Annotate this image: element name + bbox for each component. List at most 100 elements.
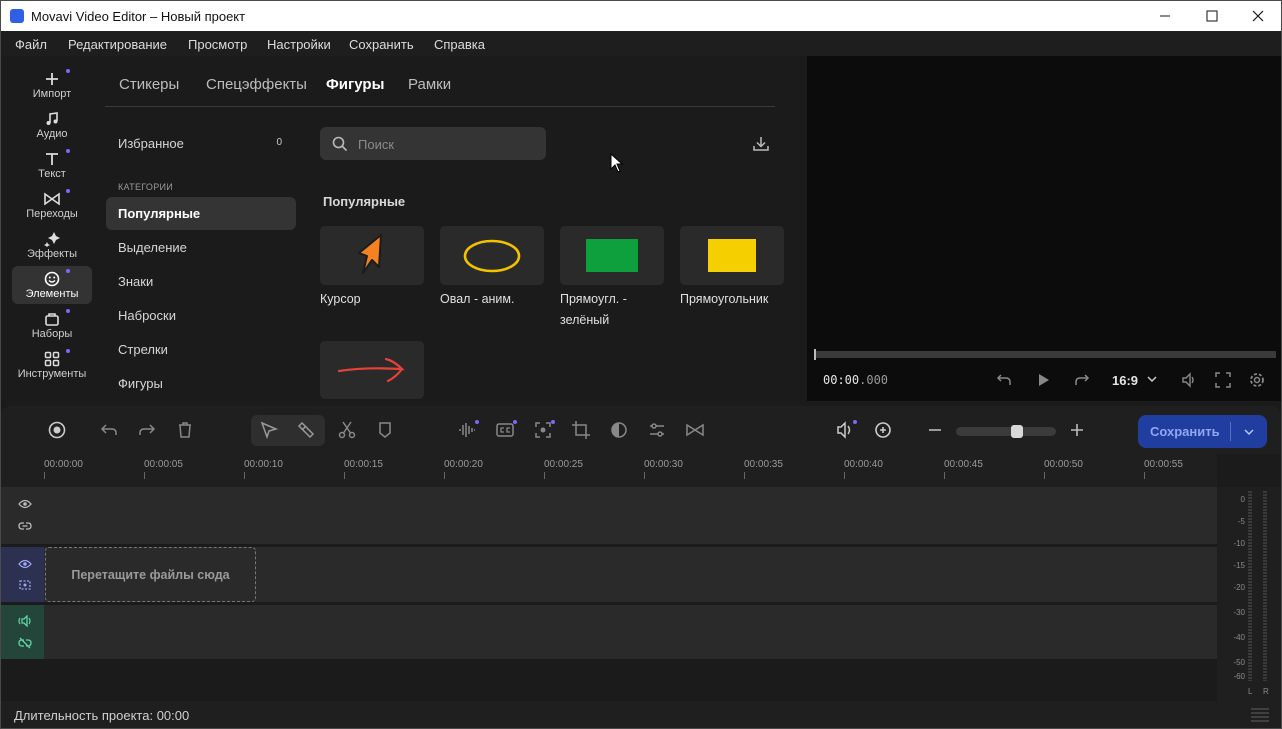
favorites-item[interactable]: Избранное 0 — [106, 127, 296, 160]
aspect-ratio-select[interactable]: 16:9 — [1112, 373, 1138, 388]
drop-zone[interactable]: Перетащите файлы сюда — [45, 547, 256, 602]
rail-audio-label: Аудио — [36, 128, 68, 140]
timecode-fraction: .000 — [859, 373, 889, 387]
category-highlight[interactable]: Выделение — [106, 231, 296, 264]
tab-frames[interactable]: Рамки — [408, 76, 451, 93]
undo-preview-icon[interactable] — [996, 372, 1012, 388]
rail-tools[interactable]: Инструменты — [12, 346, 92, 384]
download-icon[interactable] — [752, 135, 770, 153]
preview-scrubber[interactable] — [814, 351, 1276, 358]
zoom-slider[interactable] — [956, 427, 1056, 436]
ruler-tick: 00:00:55 — [1144, 459, 1183, 470]
elements-tabs: Стикеры Спецэффекты Фигуры Рамки — [105, 56, 775, 107]
menu-file[interactable]: Файл — [15, 37, 47, 52]
captions-icon[interactable] — [495, 420, 515, 440]
chevron-down-icon[interactable] — [1147, 375, 1157, 383]
minimize-button[interactable] — [1142, 1, 1188, 31]
crop-icon[interactable] — [571, 420, 591, 440]
tab-stickers[interactable]: Стикеры — [119, 76, 179, 93]
meter-channel-right: R — [1263, 687, 1269, 696]
maximize-button[interactable] — [1189, 1, 1235, 31]
shape-item-cursor[interactable] — [320, 226, 424, 285]
timeline-area: Перетащите файлы сюда — [1, 487, 1217, 701]
unlink-icon[interactable] — [18, 637, 32, 649]
app-logo-icon — [10, 9, 24, 23]
color-adjust-icon[interactable] — [609, 420, 629, 440]
select-arrow-icon[interactable] — [259, 420, 279, 440]
eye-icon[interactable] — [18, 498, 32, 510]
meter-label: 0 — [1240, 495, 1245, 504]
redo-icon[interactable] — [137, 420, 157, 440]
speaker-icon[interactable] — [18, 615, 32, 627]
rail-transitions[interactable]: Переходы — [12, 186, 92, 224]
video-fx-icon[interactable] — [18, 579, 32, 591]
category-sketches[interactable]: Наброски — [106, 299, 296, 332]
menu-save[interactable]: Сохранить — [349, 37, 414, 52]
zoom-slider-handle[interactable] — [1011, 425, 1023, 438]
play-icon[interactable] — [1035, 372, 1051, 388]
fullscreen-icon[interactable] — [1215, 372, 1231, 388]
save-export-button[interactable]: Сохранить — [1138, 415, 1267, 448]
drop-hint: Перетащите файлы сюда — [71, 568, 230, 582]
redo-preview-icon[interactable] — [1074, 372, 1090, 388]
audio-wave-icon[interactable] — [457, 420, 477, 440]
shape-item-oval[interactable] — [440, 226, 544, 285]
snap-audio-icon[interactable] — [835, 420, 855, 440]
blade-mode-icon[interactable] — [296, 420, 316, 440]
magnet-link-icon[interactable] — [873, 420, 893, 440]
ruler-tick-mark — [644, 472, 645, 479]
music-note-icon — [46, 112, 58, 125]
rail-audio[interactable]: Аудио — [12, 106, 92, 144]
shape-item-arrow[interactable] — [320, 341, 424, 399]
ai-track-icon[interactable] — [533, 420, 553, 440]
link-icon[interactable] — [18, 520, 32, 532]
search-input[interactable] — [358, 134, 538, 154]
save-dropdown-chevron-icon[interactable] — [1244, 428, 1254, 436]
timeline-ruler[interactable]: 00:00:00 00:00:05 00:00:10 00:00:15 00:0… — [1, 454, 1217, 487]
scissors-icon[interactable] — [337, 420, 357, 440]
settings-gear-icon[interactable] — [1249, 372, 1265, 388]
panel-layout-icon[interactable] — [1249, 706, 1271, 724]
record-icon[interactable] — [47, 420, 67, 440]
tab-special-effects[interactable]: Спецэффекты — [206, 76, 307, 93]
volume-icon[interactable] — [1181, 372, 1197, 388]
close-button[interactable] — [1235, 1, 1281, 31]
favorites-count: 0 — [276, 137, 282, 148]
menu-help[interactable]: Справка — [434, 37, 485, 52]
sliders-icon[interactable] — [647, 420, 667, 440]
rail-effects[interactable]: Эффекты — [12, 226, 92, 264]
video-track[interactable]: Перетащите файлы сюда — [44, 547, 1217, 602]
shape-item-green-rect[interactable] — [560, 226, 664, 285]
zoom-in-icon[interactable] — [1067, 420, 1087, 440]
menu-view[interactable]: Просмотр — [188, 37, 247, 52]
mouse-cursor-icon — [610, 153, 624, 173]
shape-item-rectangle[interactable] — [680, 226, 784, 285]
tab-shapes[interactable]: Фигуры — [326, 76, 384, 93]
audio-track[interactable] — [44, 605, 1217, 659]
ruler-tick: 00:00:35 — [744, 459, 783, 470]
categories-header: КАТЕГОРИИ — [118, 182, 174, 192]
category-arrows[interactable]: Стрелки — [106, 333, 296, 366]
rail-sets[interactable]: Наборы — [12, 306, 92, 344]
zoom-out-icon[interactable] — [925, 420, 945, 440]
rail-import[interactable]: Импорт — [12, 66, 92, 104]
rail-effects-label: Эффекты — [26, 248, 77, 260]
rail-elements[interactable]: Элементы — [12, 266, 92, 304]
rail-text[interactable]: Текст — [12, 146, 92, 184]
overlay-track[interactable] — [44, 487, 1217, 544]
menu-settings[interactable]: Настройки — [267, 37, 331, 52]
ruler-tick-mark — [344, 472, 345, 479]
ruler-tick: 00:00:30 — [644, 459, 683, 470]
category-popular[interactable]: Популярные — [106, 197, 296, 230]
undo-icon[interactable] — [99, 420, 119, 440]
eye-icon[interactable] — [18, 558, 32, 570]
trash-icon[interactable] — [175, 420, 195, 440]
category-signs[interactable]: Знаки — [106, 265, 296, 298]
menu-edit[interactable]: Редактирование — [68, 37, 167, 52]
category-shapes[interactable]: Фигуры — [106, 367, 296, 400]
transition-tool-icon[interactable] — [685, 420, 705, 440]
shape-item-rectangle-label: Прямоугольник — [680, 292, 769, 306]
preview-playhead[interactable] — [814, 349, 816, 360]
marker-icon[interactable] — [375, 420, 395, 440]
ruler-tick: 00:00:05 — [144, 459, 183, 470]
